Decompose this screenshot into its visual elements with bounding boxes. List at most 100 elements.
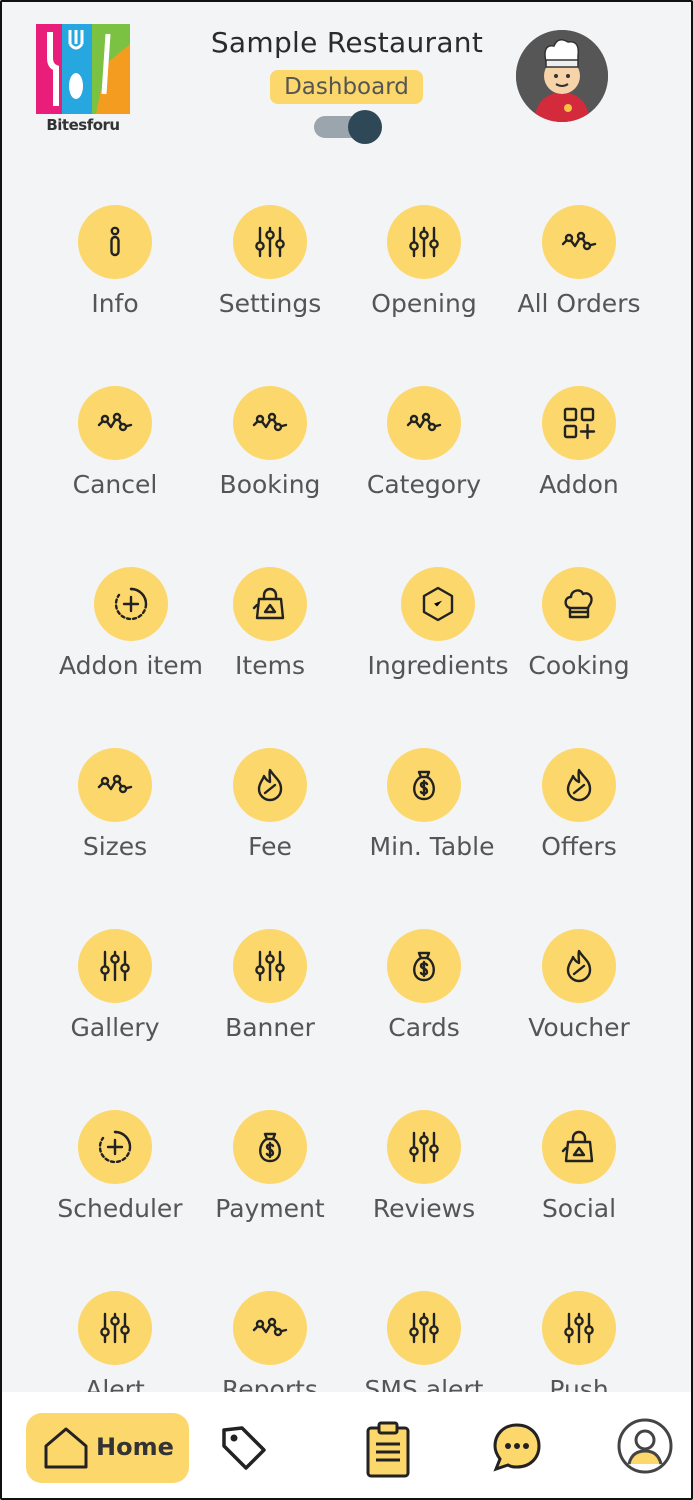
nav-home-label: Home <box>96 1433 174 1461</box>
feature-icon-circle[interactable] <box>401 567 475 641</box>
feature-label[interactable]: Push <box>494 1375 664 1392</box>
feature-label[interactable]: Fee <box>185 832 355 861</box>
feature-icon-circle[interactable] <box>233 205 307 279</box>
chat-icon <box>493 1423 541 1472</box>
feature-label[interactable]: Settings <box>185 289 355 318</box>
feature-icon-circle[interactable] <box>233 1291 307 1365</box>
sliders-icon <box>100 1312 130 1344</box>
toggle-knob <box>348 110 382 144</box>
feature-icon-circle[interactable] <box>94 567 168 641</box>
restaurant-name: Sample Restaurant <box>210 26 484 59</box>
feature-icon-circle[interactable] <box>387 1291 461 1365</box>
feature-label[interactable]: Info <box>30 289 200 318</box>
feature-label[interactable]: Cards <box>339 1013 509 1042</box>
feature-label[interactable]: Min. Table <box>347 832 517 861</box>
feature-icon-circle[interactable] <box>387 1110 461 1184</box>
feature-icon-circle[interactable] <box>233 386 307 460</box>
feature-label[interactable]: Cooking <box>494 651 664 680</box>
dashboard-toggle[interactable] <box>314 110 382 144</box>
feature-icon-circle[interactable] <box>78 386 152 460</box>
feature-icon-circle[interactable] <box>387 386 461 460</box>
info-icon <box>110 226 120 257</box>
feature-icon-circle[interactable] <box>542 1291 616 1365</box>
feature-label[interactable]: Offers <box>494 832 664 861</box>
feature-label[interactable]: Alert <box>30 1375 200 1392</box>
logo-graphic-icon <box>36 24 130 114</box>
feature-label[interactable]: Items <box>185 651 355 680</box>
profile-icon <box>617 1418 673 1474</box>
grid-plus-icon <box>563 407 596 440</box>
feature-label[interactable]: Cancel <box>30 470 200 499</box>
activity-icon <box>97 412 133 432</box>
feature-label[interactable]: Voucher <box>494 1013 664 1042</box>
feature-label[interactable]: All Orders <box>494 289 664 318</box>
bag-icon <box>252 587 285 620</box>
feature-icon-circle[interactable] <box>78 748 152 822</box>
feature-icon-circle[interactable] <box>387 205 461 279</box>
chef-hat-icon <box>564 589 593 619</box>
flame-icon <box>566 768 592 802</box>
feature-grid: Info Settings Opening All Orders Cancel Booki… <box>2 197 691 1392</box>
feature-label[interactable]: Banner <box>185 1013 355 1042</box>
feature-icon-circle[interactable] <box>387 929 461 1003</box>
chef-avatar[interactable] <box>516 30 608 122</box>
bottom-navigation: Home <box>2 1392 691 1498</box>
feature-label[interactable]: Sizes <box>30 832 200 861</box>
sliders-icon <box>409 1131 439 1163</box>
feature-label[interactable]: Booking <box>185 470 355 499</box>
feature-label[interactable]: Reviews <box>339 1194 509 1223</box>
feature-icon-circle[interactable] <box>233 567 307 641</box>
feature-icon-circle[interactable] <box>233 748 307 822</box>
feature-icon-circle[interactable] <box>542 748 616 822</box>
hexagon-check-icon <box>422 586 454 622</box>
logo-text: Bitesforu <box>46 116 120 134</box>
feature-label[interactable]: Scheduler <box>35 1194 205 1223</box>
activity-icon <box>97 774 133 794</box>
money-bag-icon <box>413 770 435 801</box>
feature-icon-circle[interactable] <box>542 1110 616 1184</box>
nav-offers-button[interactable] <box>216 1420 270 1474</box>
nav-orders-button[interactable] <box>362 1420 416 1478</box>
feature-label[interactable]: Category <box>339 470 509 499</box>
feature-icon-circle[interactable] <box>233 929 307 1003</box>
sliders-icon <box>409 226 439 258</box>
feature-label[interactable]: SMS alert <box>339 1375 509 1392</box>
money-bag-icon <box>259 1132 281 1163</box>
feature-icon-circle[interactable] <box>78 205 152 279</box>
feature-icon-circle[interactable] <box>78 929 152 1003</box>
feature-label[interactable]: Opening <box>339 289 509 318</box>
feature-icon-circle[interactable] <box>78 1110 152 1184</box>
feature-label[interactable]: Payment <box>185 1194 355 1223</box>
feature-label[interactable]: Addon <box>494 470 664 499</box>
feature-icon-circle[interactable] <box>542 929 616 1003</box>
nav-home-button[interactable]: Home <box>26 1413 189 1483</box>
nav-profile-button[interactable] <box>616 1417 674 1475</box>
feature-icon-circle[interactable] <box>78 1291 152 1365</box>
sliders-icon <box>100 950 130 982</box>
tag-icon <box>222 1426 266 1470</box>
flame-icon <box>257 768 283 802</box>
flame-icon <box>566 949 592 983</box>
bitesforu-logo[interactable]: Bitesforu <box>36 24 130 136</box>
nav-chat-button[interactable] <box>490 1420 544 1474</box>
feature-icon-circle[interactable] <box>542 386 616 460</box>
feature-label[interactable]: Gallery <box>30 1013 200 1042</box>
sliders-icon <box>255 226 285 258</box>
clock-plus-icon <box>114 587 148 621</box>
money-bag-icon <box>413 951 435 982</box>
feature-icon-circle[interactable] <box>233 1110 307 1184</box>
activity-icon <box>252 412 288 432</box>
feature-icon-circle[interactable] <box>542 567 616 641</box>
feature-icon-circle[interactable] <box>387 748 461 822</box>
activity-icon <box>252 1317 288 1337</box>
activity-icon <box>406 412 442 432</box>
sliders-icon <box>409 1312 439 1344</box>
clock-plus-icon <box>98 1130 132 1164</box>
feature-icon-circle[interactable] <box>542 205 616 279</box>
activity-icon <box>561 231 597 251</box>
feature-label[interactable]: Reports <box>185 1375 355 1392</box>
bag-icon <box>561 1130 594 1163</box>
sliders-icon <box>255 950 285 982</box>
dashboard-badge: Dashboard <box>270 70 423 104</box>
feature-label[interactable]: Social <box>494 1194 664 1223</box>
